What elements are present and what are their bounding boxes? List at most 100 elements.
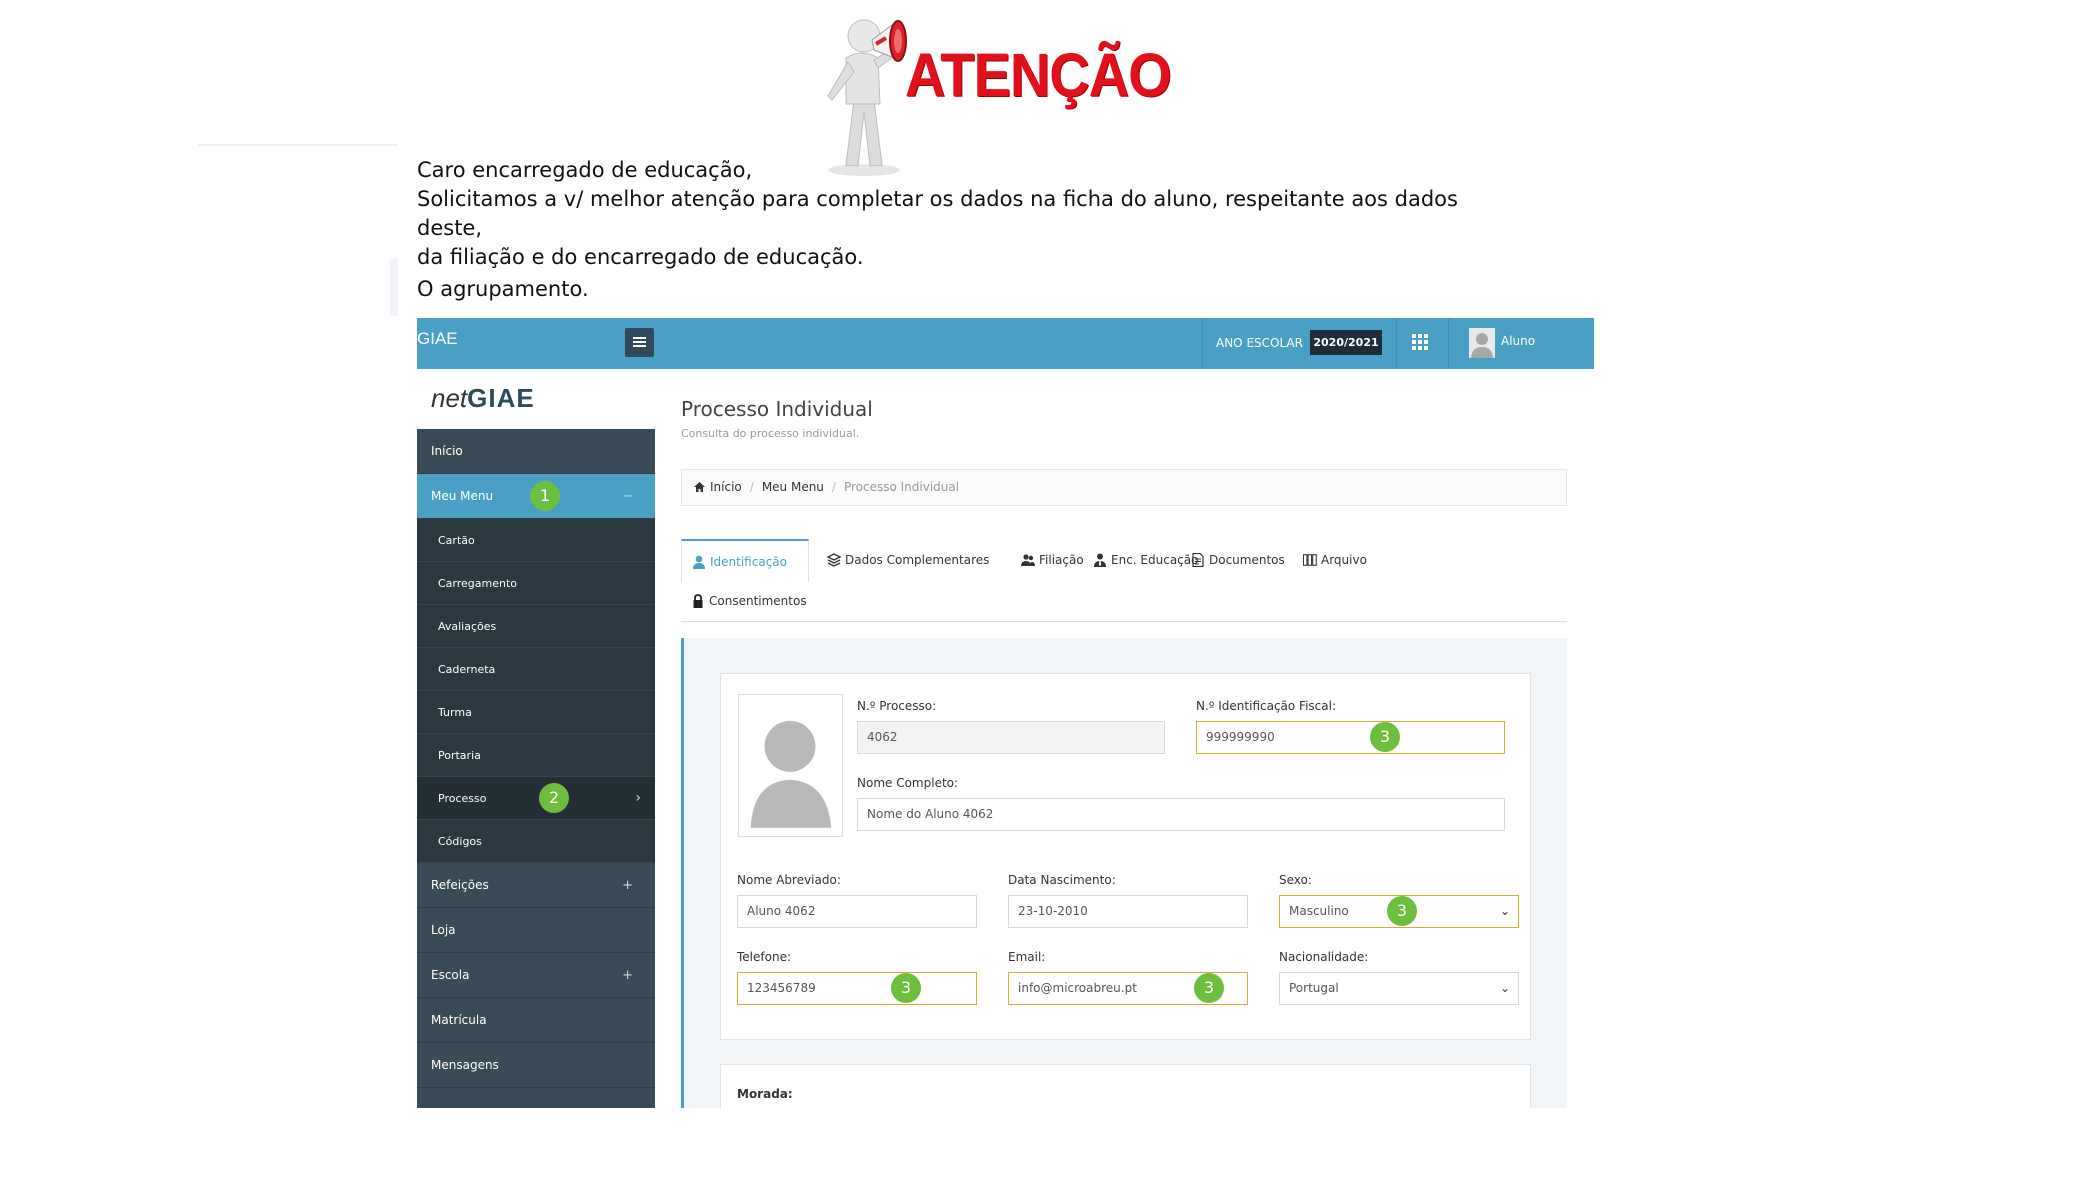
breadcrumb-meu-menu[interactable]: Meu Menu — [762, 480, 824, 494]
divider — [390, 258, 398, 316]
sidebar-item-label: Turma — [438, 706, 472, 719]
tab-label: Documentos — [1209, 553, 1285, 567]
tab-label: Arquivo — [1321, 553, 1367, 567]
sidebar-subitem-caderneta[interactable]: Caderneta — [417, 648, 655, 691]
sidebar-item-meu-menu[interactable]: Meu Menu 1 − — [417, 474, 655, 519]
sidebar-item-label: Meu Menu — [431, 489, 494, 503]
notice-line: Solicitamos a v/ melhor atenção para com… — [417, 187, 1458, 240]
tab-documentos[interactable]: Documentos — [1181, 539, 1285, 581]
user-name[interactable]: Aluno — [1501, 334, 1535, 348]
breadcrumb-current: Processo Individual — [843, 480, 960, 494]
tab-filiacao[interactable]: Filiação — [1011, 539, 1084, 581]
sidebar: netGIAE Início Meu Menu 1 − Cartão Carre… — [417, 369, 655, 1108]
nacionalidade-value: Portugal — [1289, 981, 1339, 995]
home-icon — [694, 482, 705, 492]
sidebar-item-label: Avaliações — [438, 620, 497, 633]
collapse-icon[interactable]: − — [622, 474, 633, 519]
processo-field[interactable]: 4062 — [857, 721, 1165, 754]
expand-icon[interactable]: + — [622, 863, 633, 908]
user-icon — [693, 555, 705, 569]
identification-card: N.º Processo: 4062 N.º Identificação Fis… — [720, 673, 1531, 1040]
sexo-value: Masculino — [1289, 904, 1349, 918]
sidebar-item-matricula[interactable]: Matrícula — [417, 998, 655, 1043]
nacionalidade-select[interactable]: Portugal ⌄ — [1279, 972, 1519, 1005]
identification-panel: N.º Processo: 4062 N.º Identificação Fis… — [681, 638, 1567, 1108]
sidebar-item-loja[interactable]: Loja — [417, 908, 655, 953]
netgiae-app: GIAE ANO ESCOLAR 2020/2021 Aluno netGIAE… — [417, 318, 1594, 1108]
process-tabs: Identificação Dados Complementares Filia… — [681, 539, 1567, 622]
processo-label: N.º Processo: — [857, 699, 937, 713]
sidebar-item-label: Início — [431, 444, 463, 458]
sidebar-subitem-portaria[interactable]: Portaria — [417, 734, 655, 777]
sidebar-item-label: Processo — [438, 792, 487, 805]
sidebar-item-label: Loja — [431, 923, 456, 937]
sidebar-subitem-processo[interactable]: Processo 2 › — [417, 777, 655, 820]
sidebar-item-inicio[interactable]: Início — [417, 429, 655, 474]
tab-dados-complementares[interactable]: Dados Complementares — [817, 539, 989, 581]
divider — [1202, 318, 1203, 369]
netgiae-logo: netGIAE — [431, 383, 535, 414]
sidebar-item-escola[interactable]: Escola + — [417, 953, 655, 998]
step-badge: 1 — [530, 481, 560, 511]
tab-consentimentos[interactable]: Consentimentos — [681, 580, 807, 622]
expand-icon[interactable]: + — [622, 953, 633, 998]
sidebar-subitem-avaliacoes[interactable]: Avaliações — [417, 605, 655, 648]
notice-message: Caro encarregado de educação, Solicitamo… — [417, 156, 1517, 304]
breadcrumb: Início / Meu Menu / Processo Individual — [681, 469, 1567, 506]
users-icon — [1021, 554, 1035, 566]
logo-prefix: net — [431, 383, 468, 413]
sidebar-item-label: Portaria — [438, 749, 481, 762]
school-year-value[interactable]: 2020/2021 — [1310, 330, 1382, 355]
nome-completo-label: Nome Completo: — [857, 776, 959, 790]
breadcrumb-home[interactable]: Início — [710, 480, 742, 494]
step-badge: 3 — [1194, 973, 1224, 1003]
sidebar-menu: Início Meu Menu 1 − Cartão Carregamento … — [417, 429, 655, 1108]
email-label: Email: — [1008, 950, 1046, 964]
nome-completo-field[interactable]: Nome do Aluno 4062 — [857, 798, 1505, 831]
address-card: Morada: — [720, 1064, 1531, 1108]
tab-arquivo[interactable]: Arquivo — [1293, 539, 1367, 581]
sidebar-item-refeicoes[interactable]: Refeições + — [417, 863, 655, 908]
nif-label: N.º Identificação Fiscal: — [1196, 699, 1337, 713]
sidebar-subitem-codigos[interactable]: Códigos — [417, 820, 655, 863]
data-nascimento-label: Data Nascimento: — [1008, 873, 1116, 887]
step-badge: 3 — [1387, 896, 1417, 926]
nif-value: 999999990 — [1206, 730, 1275, 744]
logo-name: GIAE — [467, 383, 535, 413]
telefone-field[interactable]: 123456789 — [737, 972, 977, 1005]
tab-label: Identificação — [710, 555, 787, 569]
sidebar-subitem-cartao[interactable]: Cartão — [417, 519, 655, 562]
sidebar-subitem-carregamento[interactable]: Carregamento — [417, 562, 655, 605]
morada-label: Morada: — [737, 1087, 793, 1101]
document-icon — [1192, 553, 1204, 567]
school-year-label: ANO ESCOLAR — [1216, 336, 1303, 350]
attention-title: ATENÇÃO — [905, 39, 1172, 110]
apps-grid-icon[interactable] — [1412, 334, 1430, 352]
sidebar-item-label: Escola — [431, 968, 470, 982]
step-badge: 3 — [891, 973, 921, 1003]
sidebar-subitem-turma[interactable]: Turma — [417, 691, 655, 734]
sidebar-item-more[interactable] — [417, 1088, 655, 1108]
sidebar-toggle-button[interactable] — [625, 328, 654, 357]
sidebar-item-label: Matrícula — [431, 1013, 487, 1027]
sidebar-item-label: Códigos — [438, 835, 482, 848]
user-avatar-icon[interactable] — [1469, 328, 1495, 358]
nome-abreviado-label: Nome Abreviado: — [737, 873, 841, 887]
notice-line: Caro encarregado de educação, — [417, 158, 753, 182]
tab-label: Consentimentos — [709, 594, 807, 608]
email-value: info@microabreu.pt — [1018, 981, 1137, 995]
breadcrumb-separator: / — [831, 480, 836, 494]
tab-identificacao[interactable]: Identificação — [681, 539, 809, 582]
student-photo-placeholder-icon[interactable] — [738, 694, 843, 837]
chevron-down-icon: ⌄ — [1499, 981, 1510, 995]
brand-name[interactable]: GIAE — [417, 329, 458, 349]
chevron-down-icon: ⌄ — [1499, 904, 1510, 918]
nif-field[interactable]: 999999990 — [1196, 721, 1505, 754]
divider — [198, 144, 398, 146]
archive-icon — [1303, 554, 1317, 566]
nome-abreviado-field[interactable]: Aluno 4062 — [737, 895, 977, 928]
lock-icon — [693, 594, 703, 608]
sidebar-item-mensagens[interactable]: Mensagens — [417, 1043, 655, 1088]
data-nascimento-field[interactable]: 23-10-2010 — [1008, 895, 1248, 928]
telefone-value: 123456789 — [747, 981, 816, 995]
